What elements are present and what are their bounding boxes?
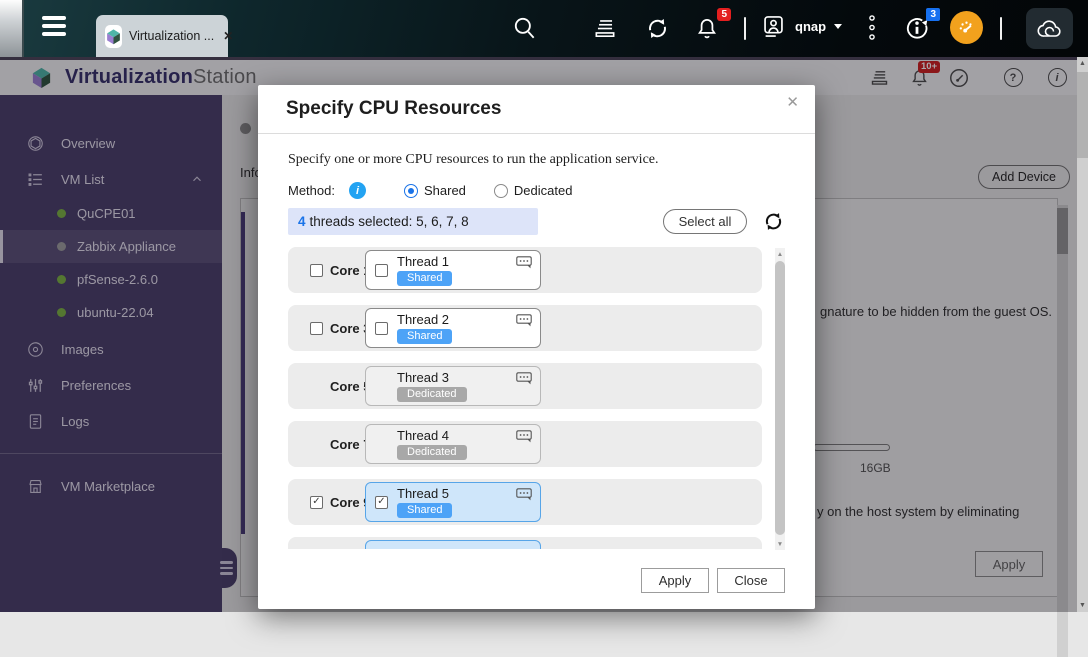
scroll-up-arrow[interactable]: ▲ (775, 248, 785, 260)
comment-icon[interactable] (516, 372, 532, 385)
comment-icon[interactable] (516, 256, 532, 269)
core-row-1: Core 1 Thread 1 Shared (288, 247, 762, 293)
scroll-up-arrow[interactable]: ▲ (1077, 57, 1088, 70)
core-row-7: Core 7 Thread 4 Dedicated (288, 421, 762, 467)
comment-icon[interactable] (516, 488, 532, 501)
core-checkbox-checked[interactable]: ✓ (310, 495, 323, 509)
thread-card-disabled: Thread 3 Dedicated (365, 366, 541, 406)
scrollbar-thumb[interactable] (1077, 72, 1088, 158)
thread-checkbox[interactable] (375, 321, 388, 335)
dialog-description: Specify one or more CPU resources to run… (288, 152, 659, 167)
core-row-5: Core 5 Thread 3 Dedicated (288, 363, 762, 409)
background-tasks-icon[interactable] (590, 13, 620, 43)
thread-card[interactable]: Thread 2 Shared (365, 308, 541, 348)
method-label: Method: (288, 183, 335, 198)
radio-button[interactable] (493, 183, 508, 198)
info-count-badge: 3 (926, 8, 940, 21)
refresh-icon[interactable] (762, 210, 785, 233)
system-top-bar: Virtualization ... ✕ 5 qnap 3 (0, 0, 1088, 57)
thread-card-disabled: Thread 4 Dedicated (365, 424, 541, 464)
cpu-core-list: Core 1 Thread 1 Shared Core 3 Thread 2 S… (288, 247, 764, 549)
separator (744, 17, 746, 40)
core-row-9: ✓ Core 9 ✓ Thread 5 Shared (288, 479, 762, 525)
scrollbar-thumb[interactable] (775, 261, 785, 535)
thread-checkbox[interactable] (375, 263, 388, 277)
notifications-bell-icon[interactable]: 5 (692, 8, 731, 43)
radio-shared[interactable]: Shared (403, 183, 466, 198)
tab-close-icon[interactable]: ✕ (223, 29, 233, 43)
caret-down-icon (834, 24, 843, 29)
scroll-down-arrow[interactable]: ▼ (775, 538, 785, 550)
search-icon[interactable] (510, 13, 540, 43)
myqnapcloud-icon[interactable] (1026, 8, 1073, 49)
tab-label: Virtualization ... (129, 29, 215, 43)
selection-summary: 4 threads selected: 5, 6, 7, 8 (288, 208, 538, 235)
user-menu[interactable]: qnap (760, 13, 843, 40)
virtualization-cube-icon (105, 24, 122, 48)
user-name: qnap (795, 19, 827, 34)
dialog-apply-button[interactable]: Apply (641, 568, 709, 593)
thread-checkbox-checked[interactable]: ✓ (375, 495, 388, 509)
user-icon (764, 16, 783, 37)
core-checkbox[interactable] (310, 263, 323, 277)
specify-cpu-resources-dialog: Specify CPU Resources ✕ Specify one or m… (258, 85, 815, 609)
system-info-icon[interactable]: 3 (902, 8, 940, 43)
dialog-list-scrollbar[interactable]: ▲ ▼ (775, 248, 785, 550)
select-all-button[interactable]: Select all (663, 209, 747, 234)
comment-icon[interactable] (516, 314, 532, 327)
radio-button-selected[interactable] (403, 183, 418, 198)
notification-count-badge: 5 (717, 8, 731, 21)
thread-card-selected[interactable] (365, 540, 541, 549)
main-menu-button[interactable] (42, 16, 66, 40)
comment-icon[interactable] (516, 430, 532, 443)
app-tab-virtualization[interactable]: Virtualization ... ✕ (96, 15, 233, 57)
kebab-menu-icon[interactable] (864, 13, 880, 43)
desktop-edge-sliver (0, 0, 24, 57)
core-row-partial (288, 537, 762, 549)
dialog-header: Specify CPU Resources ✕ (258, 85, 815, 134)
separator (1000, 17, 1002, 40)
page-scrollbar[interactable]: ▲ ▼ (1077, 57, 1088, 612)
method-info-icon[interactable]: i (348, 182, 366, 199)
thread-card[interactable]: Thread 1 Shared (365, 250, 541, 290)
core-row-3: Core 3 Thread 2 Shared (288, 305, 762, 351)
sync-icon[interactable] (642, 13, 672, 43)
dialog-title: Specify CPU Resources (286, 98, 502, 119)
thread-card-selected[interactable]: ✓ Thread 5 Shared (365, 482, 541, 522)
scroll-down-arrow[interactable]: ▼ (1077, 599, 1088, 612)
dialog-close-button[interactable]: Close (717, 568, 785, 593)
core-checkbox[interactable] (310, 321, 323, 335)
resource-monitor-icon[interactable] (950, 11, 983, 44)
radio-dedicated[interactable]: Dedicated (493, 183, 572, 198)
dialog-close-icon[interactable]: ✕ (786, 93, 799, 111)
